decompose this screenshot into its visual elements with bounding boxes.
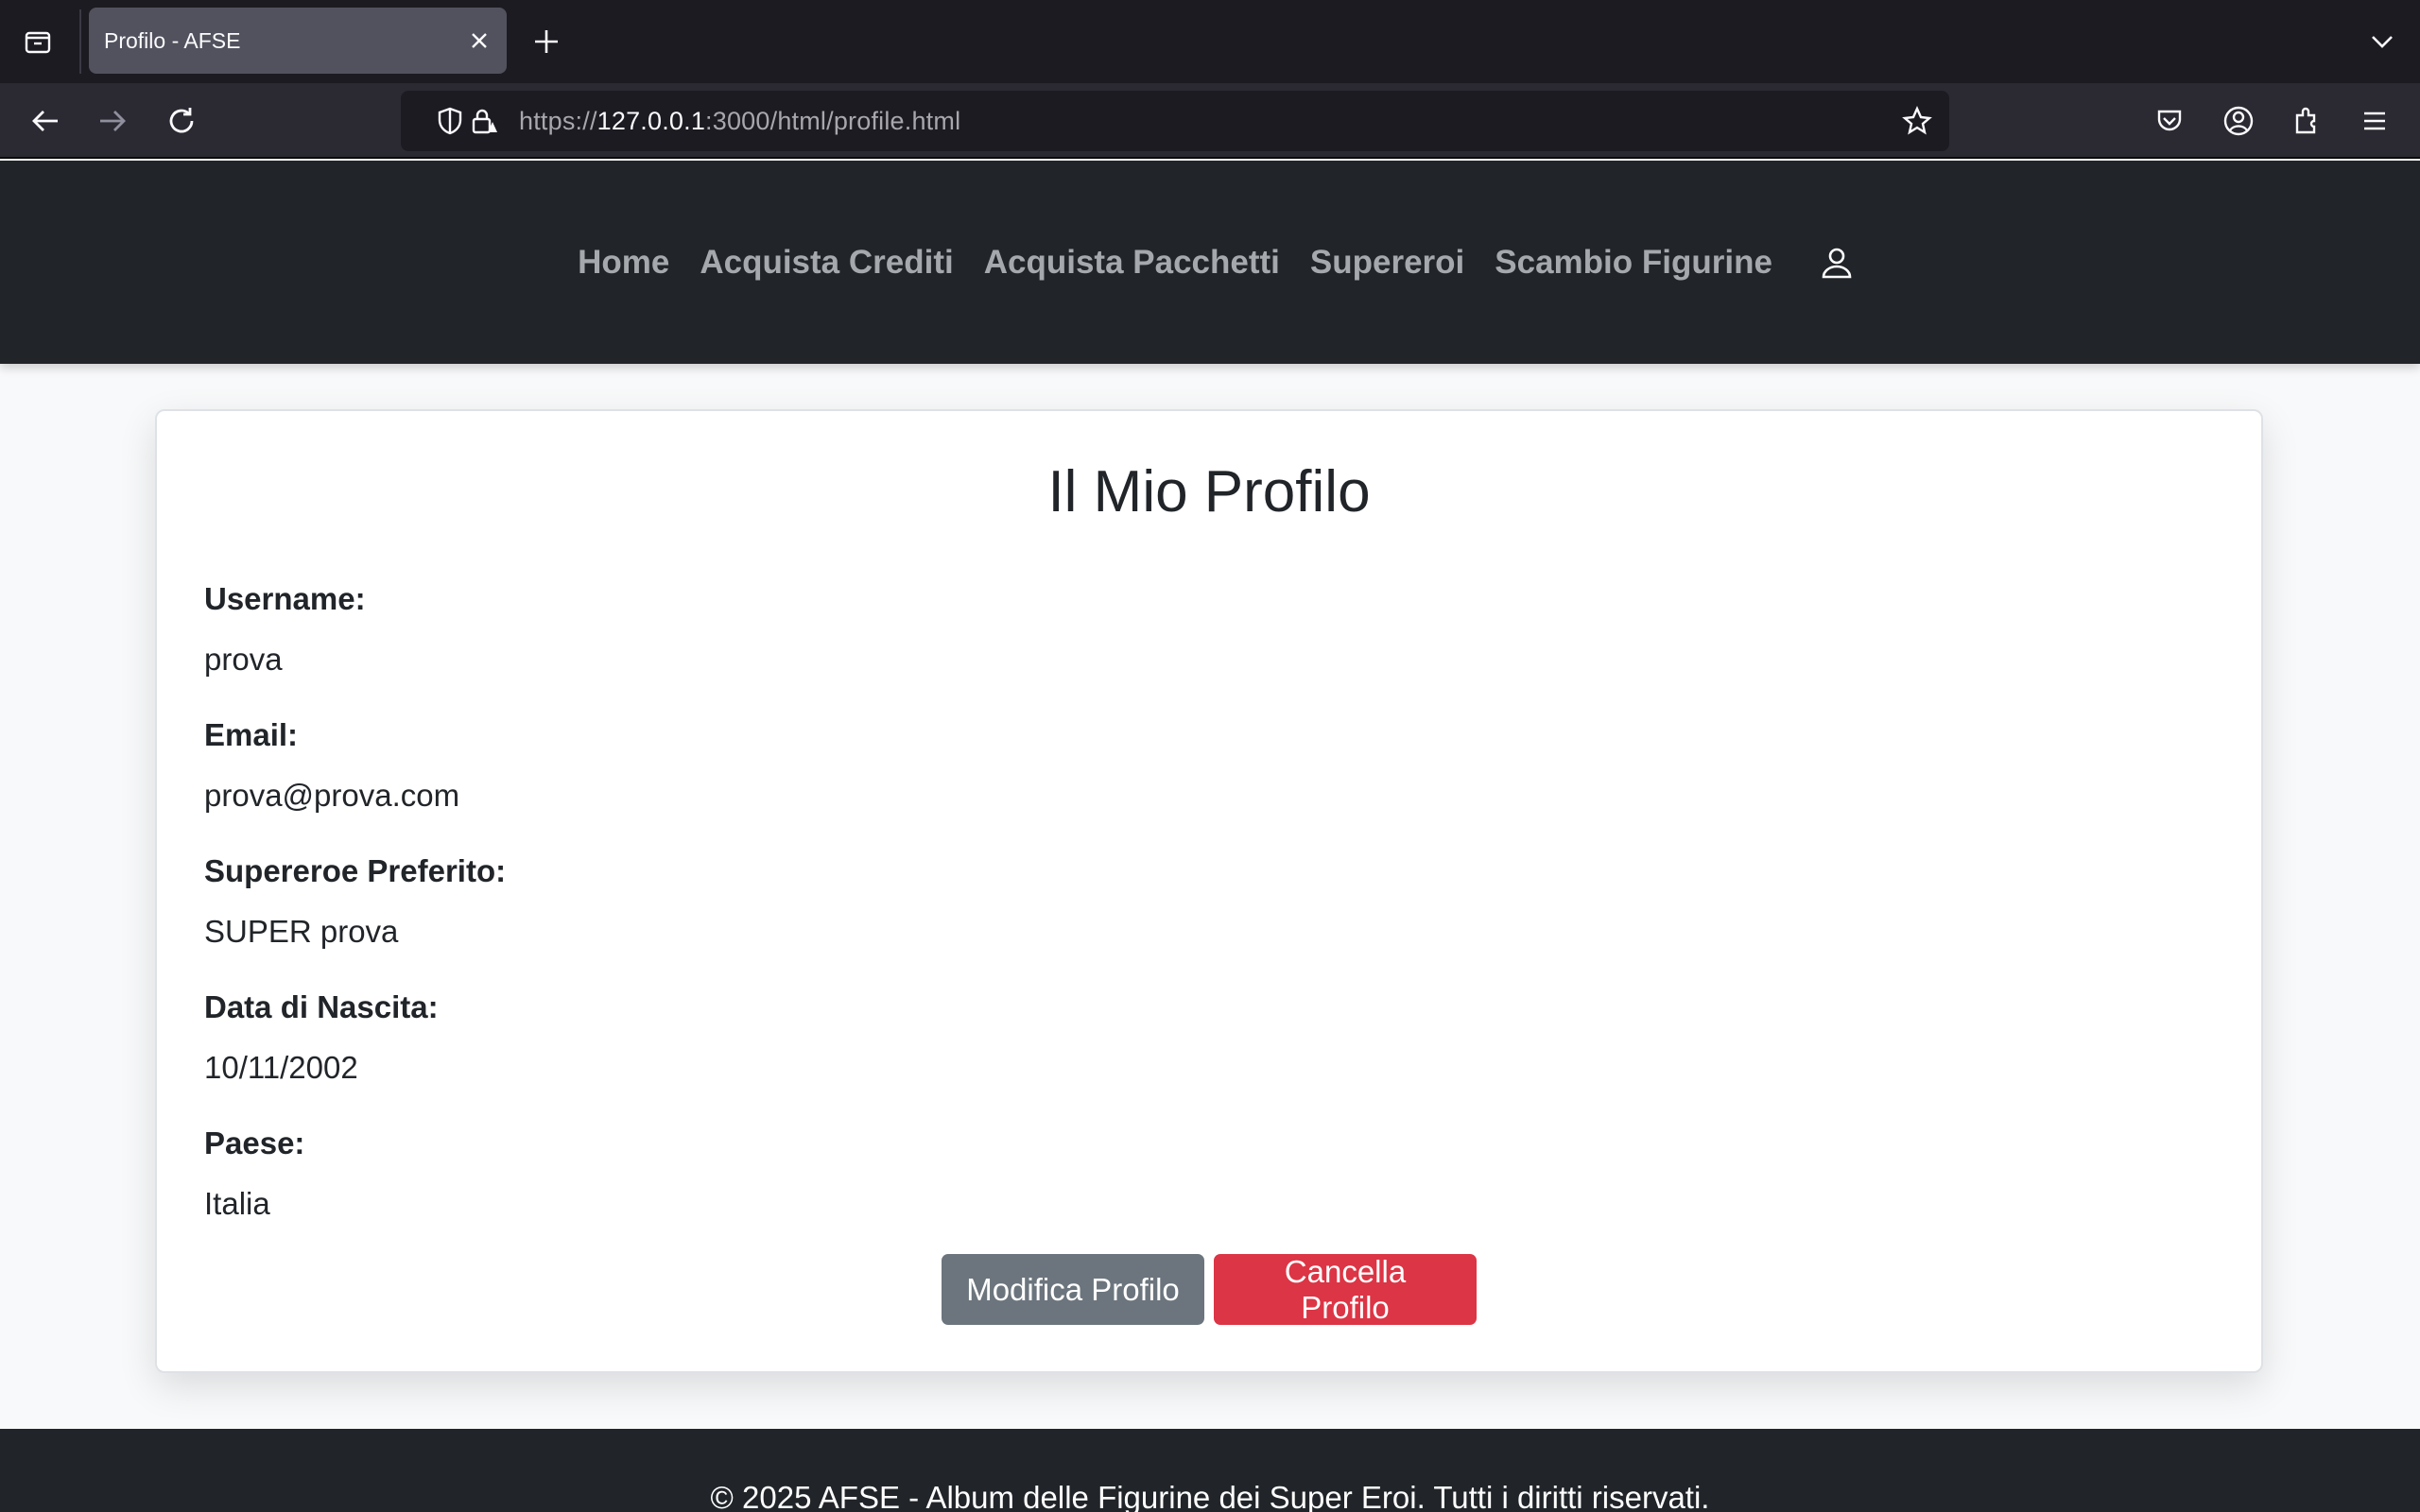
main-navigation: Home Acquista Crediti Acquista Pacchetti… [0, 161, 2420, 364]
country-label: Paese: [204, 1125, 305, 1160]
edit-profile-button[interactable]: Modifica Profilo [942, 1254, 1204, 1325]
nav-supereroi[interactable]: Supereroi [1310, 244, 1464, 282]
browser-tab-bar: Profilo - AFSE [0, 0, 2420, 83]
country-value: Italia [204, 1186, 270, 1221]
user-icon[interactable] [1816, 242, 1858, 284]
chevron-down-icon[interactable] [2363, 23, 2401, 60]
shield-icon[interactable] [431, 102, 469, 140]
url-host: 127.0.0.1 [596, 107, 706, 135]
account-icon[interactable] [2218, 100, 2259, 142]
back-arrow-icon[interactable] [25, 100, 66, 142]
username-value: prova [204, 642, 283, 677]
url-text[interactable]: https://127.0.0.1:3000/html/profile.html [519, 107, 960, 136]
birthdate-value: 10/11/2002 [204, 1050, 358, 1085]
pocket-icon[interactable] [2149, 100, 2190, 142]
lock-warning-icon[interactable] [465, 102, 503, 140]
url-bar[interactable]: https://127.0.0.1:3000/html/profile.html [401, 91, 1949, 151]
username-label: Username: [204, 581, 366, 616]
delete-profile-button[interactable]: Cancella Profilo [1214, 1254, 1477, 1325]
tab-active[interactable]: Profilo - AFSE [89, 8, 507, 74]
nav-scambio-figurine[interactable]: Scambio Figurine [1495, 244, 1772, 282]
browser-toolbar: https://127.0.0.1:3000/html/profile.html [0, 83, 2420, 159]
profile-actions: Modifica Profilo Cancella Profilo [157, 1254, 2261, 1325]
email-value: prova@prova.com [204, 778, 460, 813]
birthdate-label: Data di Nascita: [204, 989, 439, 1024]
url-scheme: https:// [519, 107, 597, 135]
email-label: Email: [204, 717, 299, 752]
favorite-hero-label: Supereroe Preferito: [204, 853, 507, 888]
site-header: Home Acquista Crediti Acquista Pacchetti… [0, 161, 2420, 364]
tab-divider [79, 9, 81, 74]
nav-acquista-crediti[interactable]: Acquista Crediti [700, 244, 953, 282]
tab-title: Profilo - AFSE [104, 28, 241, 53]
page-title: Il Mio Profilo [1047, 459, 1371, 524]
new-tab-icon[interactable] [527, 23, 565, 60]
menu-icon[interactable] [2354, 100, 2395, 142]
url-path: :3000/html/profile.html [705, 107, 961, 135]
profile-card: Il Mio Profilo Username: prova Email: pr… [155, 409, 2263, 1373]
bookmark-star-icon[interactable] [1898, 102, 1936, 140]
site-footer: © 2025 AFSE - Album delle Figurine dei S… [0, 1429, 2420, 1512]
close-icon[interactable] [465, 26, 493, 55]
favorite-hero-value: SUPER prova [204, 914, 399, 949]
nav-acquista-pacchetti[interactable]: Acquista Pacchetti [984, 244, 1280, 282]
tab-overview-icon[interactable] [19, 23, 57, 60]
nav-home[interactable]: Home [578, 244, 669, 282]
reload-icon[interactable] [161, 100, 202, 142]
footer-copyright: © 2025 AFSE - Album delle Figurine dei S… [710, 1480, 1710, 1512]
extensions-icon[interactable] [2286, 100, 2327, 142]
forward-arrow-icon[interactable] [92, 100, 133, 142]
